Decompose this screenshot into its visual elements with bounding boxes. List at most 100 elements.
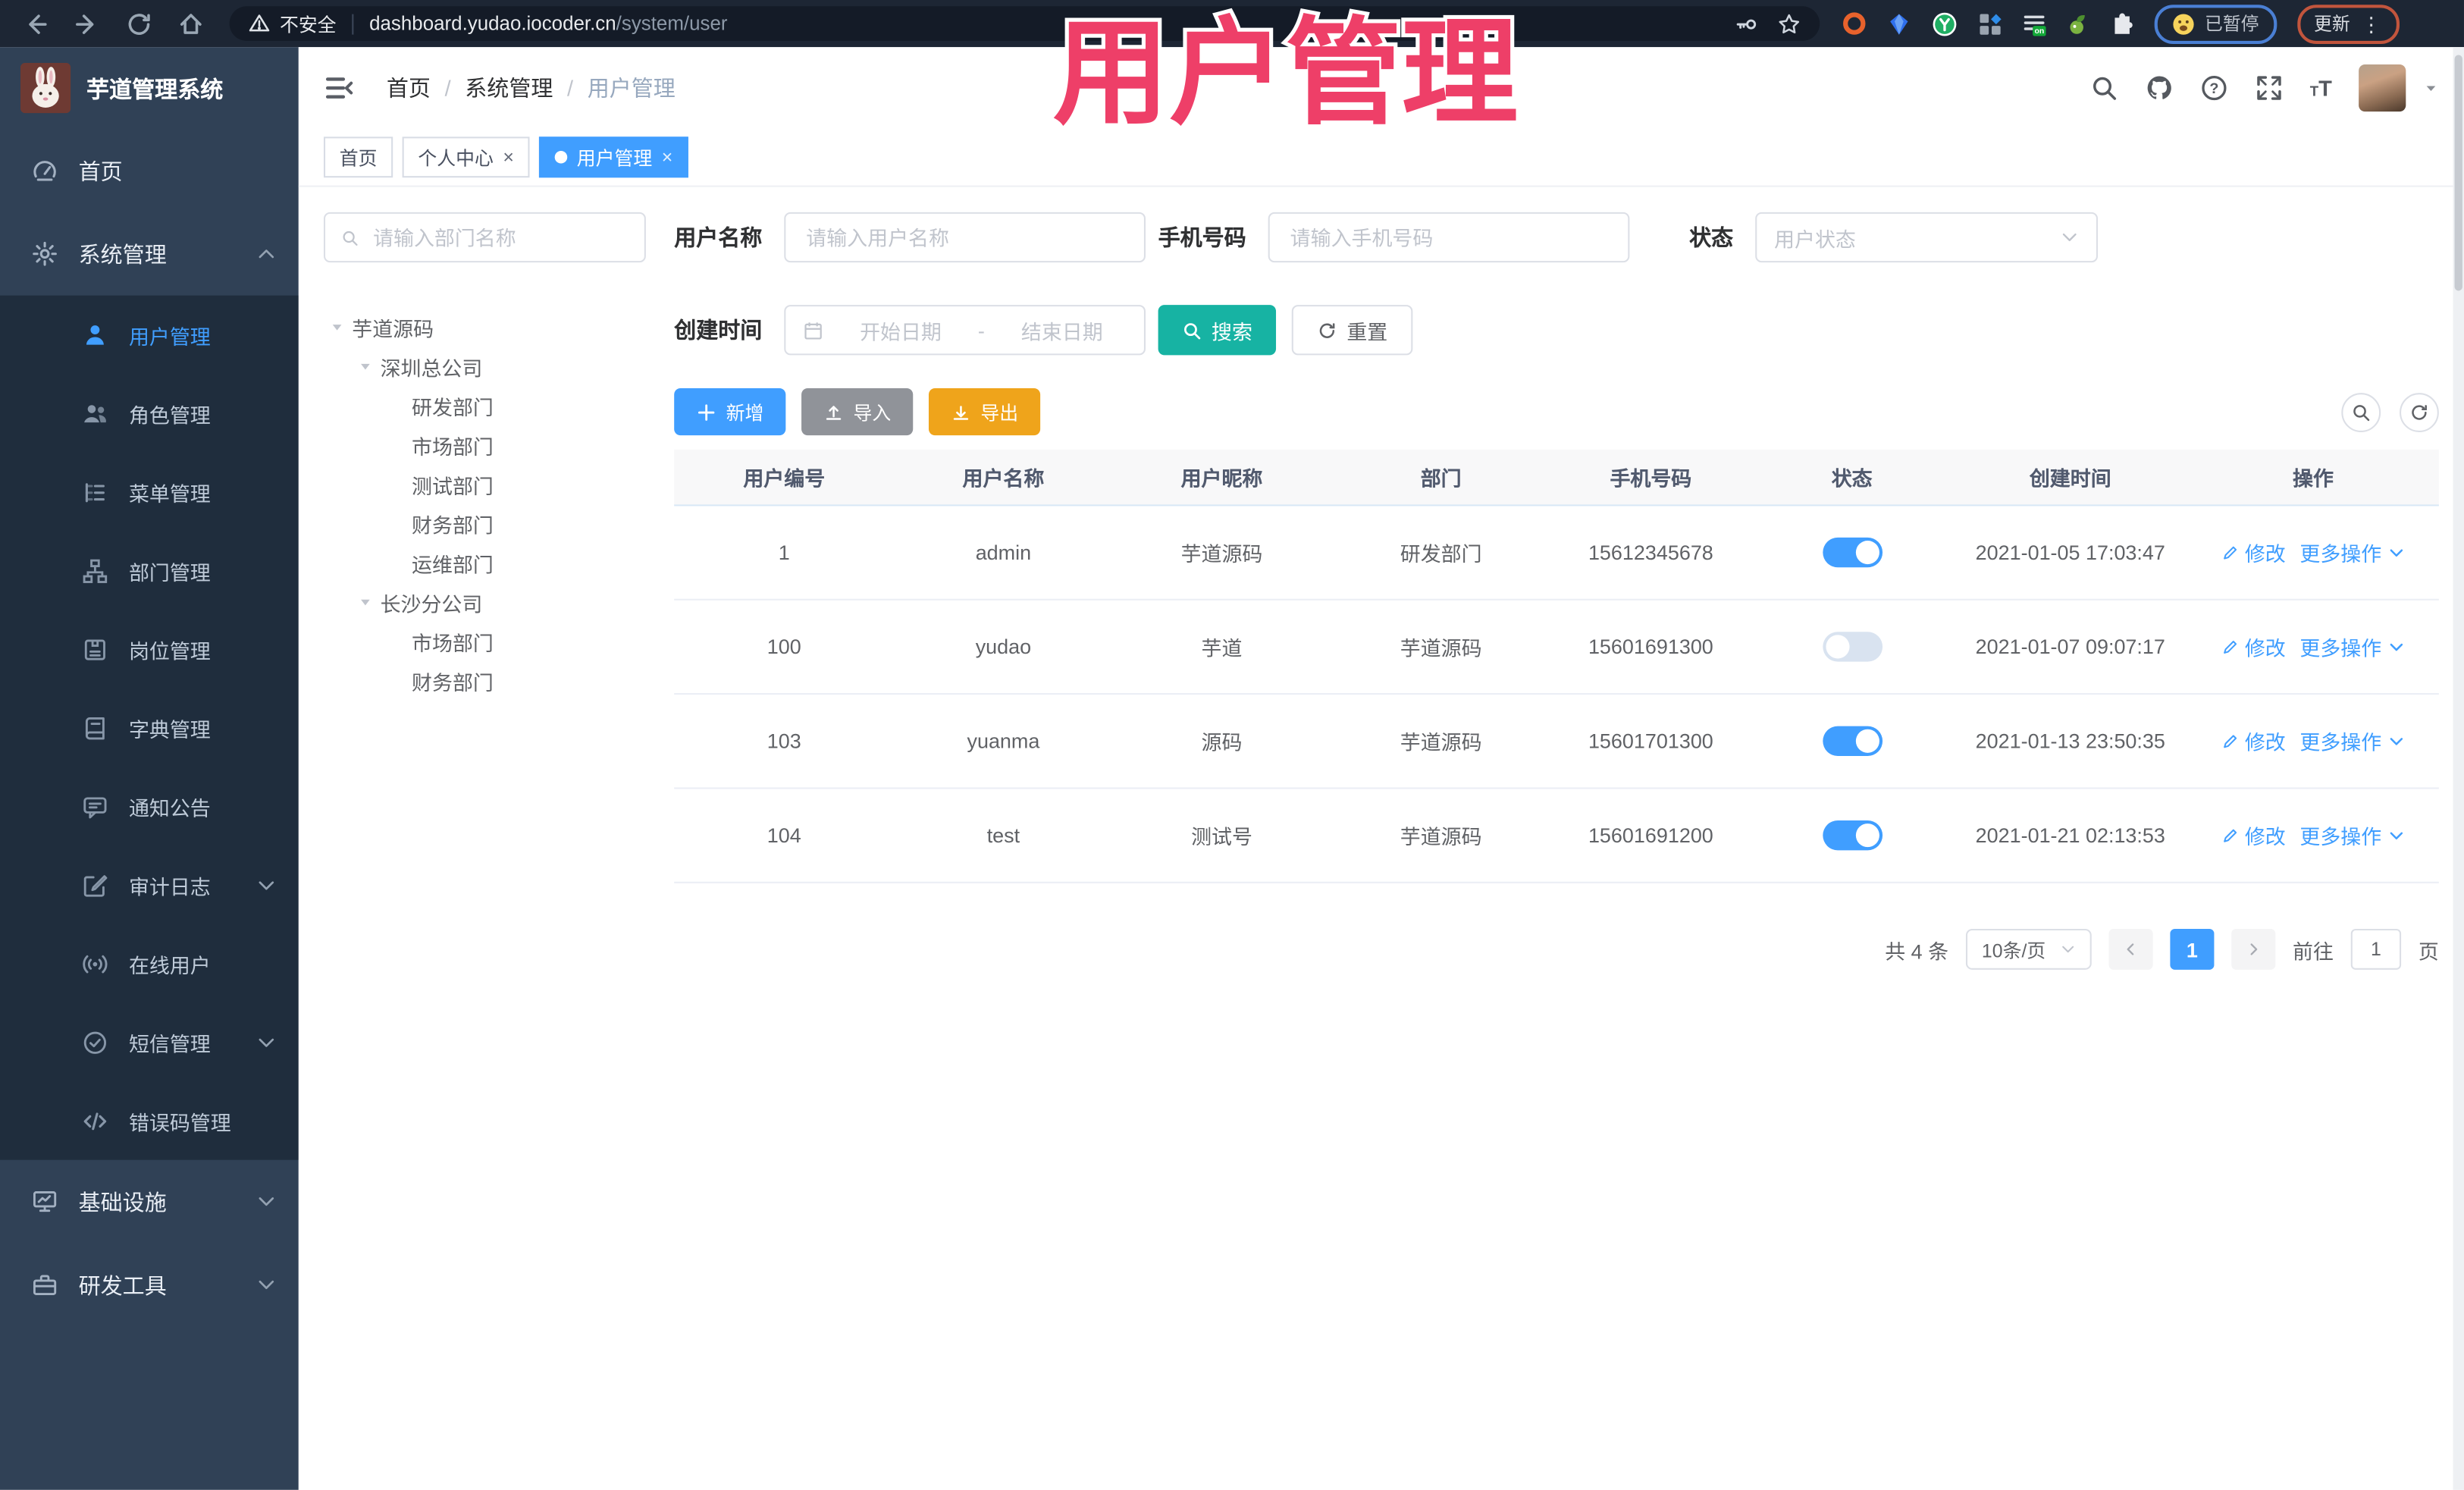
sidebar-item-system[interactable]: 系统管理 (0, 212, 299, 296)
tab-user-mgmt[interactable]: 用户管理 × (539, 136, 689, 178)
status-toggle[interactable] (1822, 632, 1882, 662)
caret-down-icon[interactable] (359, 360, 373, 375)
status-select[interactable]: 用户状态 (1755, 212, 2099, 263)
more-actions-link[interactable]: 更多操作 (2299, 726, 2405, 756)
user-avatar[interactable] (2359, 64, 2406, 112)
status-toggle[interactable] (1822, 726, 1882, 756)
tree-node[interactable]: 芋道源码 (324, 308, 646, 347)
import-button[interactable]: 导入 (801, 387, 914, 436)
sidebar-item-infrastructure[interactable]: 基础设施 (0, 1160, 299, 1244)
dictionary-icon (82, 714, 108, 741)
sidebar-item-post-mgmt[interactable]: 岗位管理 (0, 610, 299, 689)
address-bar[interactable]: 不安全 dashboard.yudao.iocoder.cn/system/us… (229, 6, 1820, 41)
scrollbar-thumb[interactable] (2454, 55, 2462, 291)
table-row: 100 yudao 芋道 芋道源码 15601691300 2021-01-07… (674, 601, 2439, 695)
sidebar-item-notice[interactable]: 通知公告 (0, 767, 299, 845)
tree-node[interactable]: 深圳总公司 (324, 347, 646, 387)
extension-green-circle-icon[interactable] (1931, 10, 1958, 36)
username-field (784, 212, 1146, 263)
tree-node[interactable]: 测试部门 (324, 466, 646, 505)
more-actions-link[interactable]: 更多操作 (2299, 632, 2405, 661)
sidebar-item-error-code[interactable]: 错误码管理 (0, 1081, 299, 1160)
extensions-puzzle-icon[interactable] (2111, 12, 2134, 36)
edit-link[interactable]: 修改 (2221, 726, 2286, 756)
tree-node[interactable]: 长沙分公司 (324, 583, 646, 623)
mobile-field (1268, 212, 1630, 263)
sidebar-item-dev-tools[interactable]: 研发工具 (0, 1244, 299, 1327)
status-toggle[interactable] (1822, 820, 1882, 851)
goto-page-input[interactable] (2350, 928, 2402, 970)
close-icon[interactable]: × (662, 146, 673, 168)
reload-icon[interactable] (126, 10, 152, 36)
forward-icon[interactable] (74, 10, 100, 36)
sidebar-item-menu-mgmt[interactable]: 菜单管理 (0, 453, 299, 532)
key-icon[interactable] (1735, 12, 1758, 36)
more-actions-link[interactable]: 更多操作 (2299, 820, 2405, 850)
table-row: 1 admin 芋道源码 研发部门 15612345678 2021-01-05… (674, 506, 2439, 601)
font-size-icon[interactable]: TT (2310, 77, 2332, 99)
export-button[interactable]: 导出 (929, 387, 1041, 436)
breadcrumb-home[interactable]: 首页 (387, 72, 431, 103)
tab-profile[interactable]: 个人中心 × (402, 136, 530, 178)
tree-node[interactable]: 市场部门 (324, 426, 646, 466)
search-icon[interactable] (2090, 74, 2118, 102)
github-icon[interactable] (2145, 74, 2173, 102)
fullscreen-icon[interactable] (2255, 74, 2283, 102)
sidebar-item-home[interactable]: 首页 (0, 129, 299, 212)
tab-home[interactable]: 首页 (323, 136, 393, 178)
tree-node[interactable]: 研发部门 (324, 387, 646, 426)
tree-node[interactable]: 财务部门 (324, 504, 646, 544)
extension-tampermonkey-icon[interactable]: on (2023, 12, 2046, 36)
sidebar-item-dict-mgmt[interactable]: 字典管理 (0, 689, 299, 767)
sidebar-item-dept-mgmt[interactable]: 部门管理 (0, 532, 299, 610)
caret-down-icon[interactable] (330, 321, 344, 335)
extension-grid-icon[interactable] (1979, 12, 2002, 36)
sidebar-item-online-users[interactable]: 在线用户 (0, 924, 299, 1003)
edit-link[interactable]: 修改 (2221, 820, 2286, 850)
caret-down-icon[interactable] (359, 596, 373, 610)
add-button[interactable]: 新增 (674, 387, 786, 436)
sidebar-item-sms-mgmt[interactable]: 短信管理 (0, 1002, 299, 1081)
app-logo[interactable]: 芋道管理系统 (0, 47, 299, 129)
page-1-button[interactable]: 1 (2170, 928, 2215, 970)
reset-button[interactable]: 重置 (1291, 305, 1413, 356)
tree-node[interactable]: 市场部门 (324, 623, 646, 662)
mobile-input[interactable] (1287, 224, 1611, 251)
home-icon[interactable] (177, 10, 204, 36)
back-icon[interactable] (22, 10, 49, 36)
extension-sprout-icon[interactable] (2067, 12, 2090, 36)
dept-search-input[interactable] (369, 224, 629, 251)
edit-link[interactable]: 修改 (2221, 632, 2286, 661)
browser-update-chip[interactable]: 更新 ⋮ (2296, 4, 2399, 43)
profile-paused-chip[interactable]: 已暂停 (2154, 4, 2277, 43)
page-size-select[interactable]: 10条/页 (1965, 928, 2092, 970)
sidebar-submenu-system: 用户管理 角色管理 菜单管理 部门管理 岗位管理 字典管理 通知公告 审计日志 … (0, 295, 299, 1160)
status-toggle[interactable] (1822, 537, 1882, 568)
show-search-button[interactable] (2341, 392, 2381, 431)
bookmark-star-icon[interactable] (1777, 12, 1801, 36)
sidebar-collapse-icon[interactable] (324, 72, 355, 103)
sidebar-item-audit-log[interactable]: 审计日志 (0, 845, 299, 924)
monitor-icon (31, 1188, 58, 1215)
date-range-picker[interactable]: 开始日期 - 结束日期 (784, 305, 1146, 356)
avatar-caret-icon[interactable] (2423, 80, 2439, 96)
prev-page-button[interactable] (2108, 928, 2153, 970)
tree-node[interactable]: 运维部门 (324, 544, 646, 583)
search-button[interactable]: 搜索 (1158, 305, 1277, 356)
extension-gem-icon[interactable] (1887, 12, 1911, 36)
help-icon[interactable]: ? (2200, 74, 2228, 102)
kebab-menu-icon[interactable]: ⋮ (2361, 14, 2381, 34)
sidebar-item-role-mgmt[interactable]: 角色管理 (0, 374, 299, 453)
username-input[interactable] (803, 224, 1127, 251)
tree-node[interactable]: 财务部门 (324, 662, 646, 701)
edit-link[interactable]: 修改 (2221, 538, 2286, 567)
refresh-table-button[interactable] (2400, 392, 2439, 431)
close-icon[interactable]: × (503, 146, 514, 168)
app-title: 芋道管理系统 (86, 77, 224, 103)
breadcrumb-system[interactable]: 系统管理 (465, 72, 553, 103)
extension-orange-ring-icon[interactable] (1842, 11, 1867, 36)
sidebar-item-user-mgmt[interactable]: 用户管理 (0, 296, 299, 375)
more-actions-link[interactable]: 更多操作 (2299, 538, 2405, 567)
next-page-button[interactable] (2231, 928, 2276, 970)
users-table: 用户编号 用户名称 用户昵称 部门 手机号码 状态 创建时间 操作 1 admi… (674, 449, 2439, 883)
